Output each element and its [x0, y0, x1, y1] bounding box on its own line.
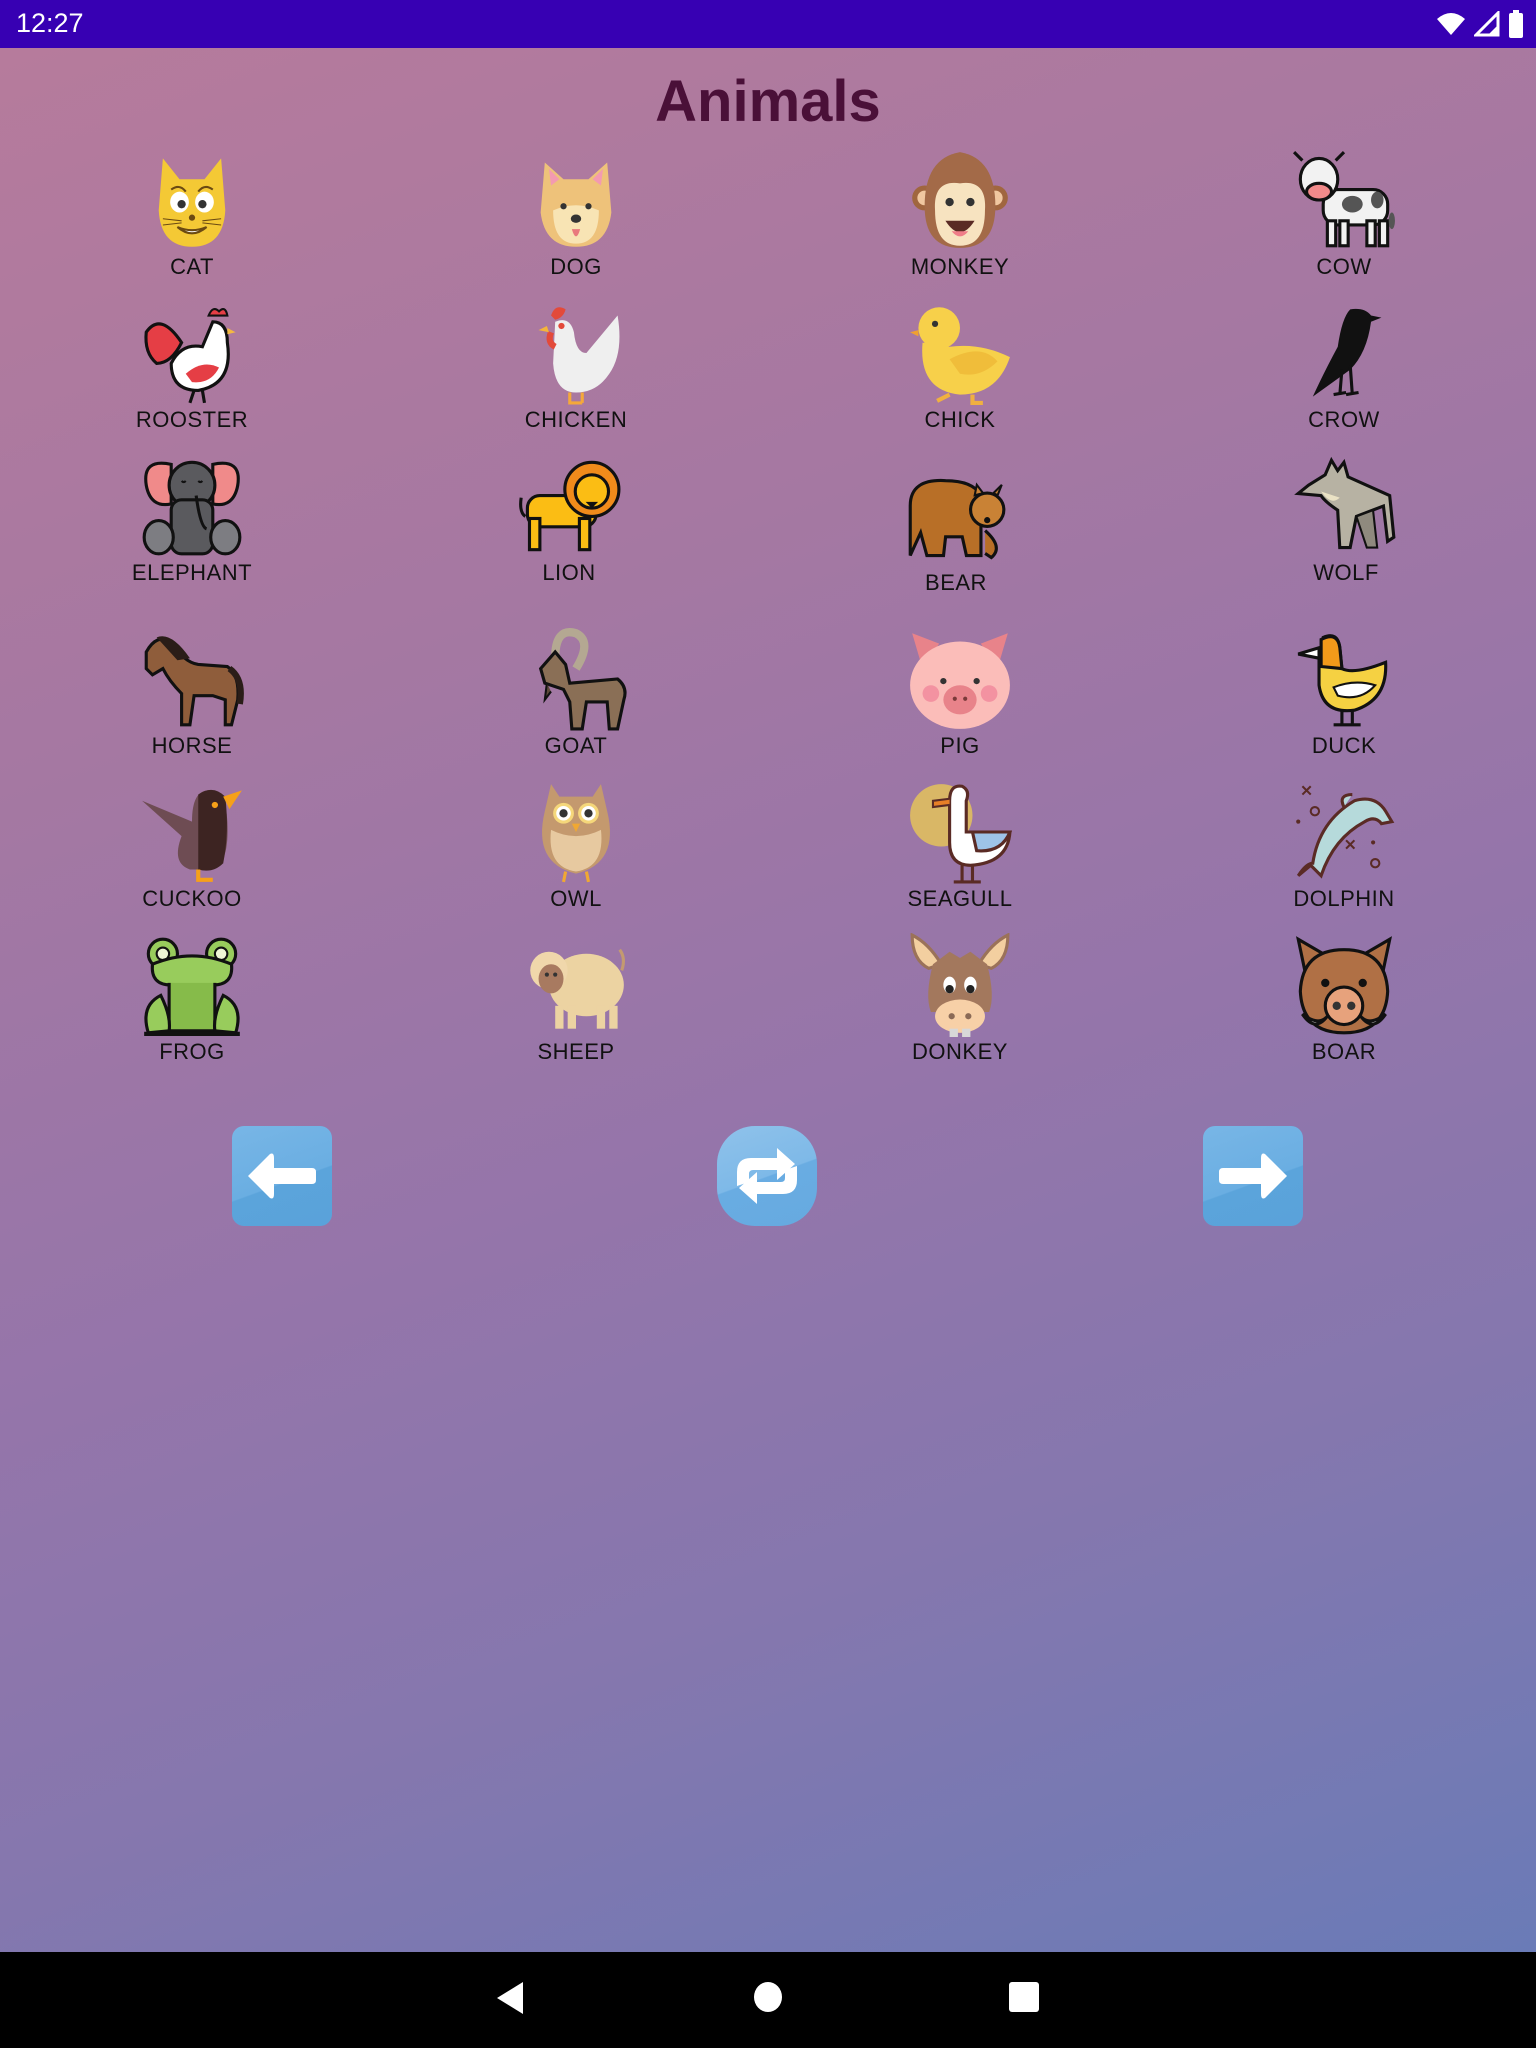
page-title: Animals: [655, 69, 881, 134]
animal-card-seagull[interactable]: SEAGULL: [840, 780, 1080, 912]
frog-icon: [144, 937, 240, 1036]
animal-label: ELEPHANT: [131, 560, 253, 585]
arrow-left-icon: [248, 1153, 316, 1199]
animal-label: GOAT: [544, 733, 608, 758]
animal-label: PIG: [940, 733, 980, 758]
chicken-icon: [538, 307, 620, 405]
chick-icon: [910, 307, 1010, 405]
animal-label: FROG: [159, 1039, 225, 1064]
bear-icon: [908, 479, 1006, 560]
back-icon[interactable]: [495, 1980, 525, 2016]
animal-card-cat[interactable]: CAT: [72, 148, 312, 280]
refresh-button[interactable]: [717, 1126, 817, 1226]
animal-label: CROW: [1308, 407, 1380, 432]
animal-label: SHEEP: [537, 1039, 615, 1064]
cuckoo-icon: [142, 789, 242, 882]
animal-card-chick[interactable]: CHICK: [840, 301, 1080, 433]
wolf-icon: [1294, 456, 1396, 550]
animal-label: DOLPHIN: [1293, 886, 1395, 911]
animal-card-dog[interactable]: DOG: [456, 148, 696, 280]
animal-card-goat[interactable]: GOAT: [456, 627, 696, 759]
animal-card-owl[interactable]: OWL: [456, 780, 696, 912]
animal-label: WOLF: [1313, 560, 1379, 585]
animal-label: CHICK: [924, 407, 996, 432]
animal-label: DONKEY: [912, 1039, 1008, 1064]
duck-icon: [1297, 634, 1388, 727]
animal-label: DUCK: [1311, 733, 1377, 758]
signal-icon: [1474, 11, 1500, 37]
rooster-icon: [144, 308, 236, 404]
next-button[interactable]: [1203, 1126, 1303, 1226]
status-icons: [1436, 10, 1524, 38]
animal-card-chicken[interactable]: CHICKEN: [456, 301, 696, 433]
horse-icon: [144, 636, 244, 727]
animal-card-wolf[interactable]: WOLF: [1226, 454, 1466, 586]
animal-label: ROOSTER: [135, 407, 249, 432]
lion-icon: [519, 460, 621, 552]
animal-card-donkey[interactable]: DONKEY: [840, 933, 1080, 1065]
animal-label: COW: [1316, 254, 1372, 279]
dog-icon: [540, 162, 612, 247]
animal-card-boar[interactable]: BOAR: [1224, 933, 1464, 1065]
animal-card-pig[interactable]: PIG: [840, 627, 1080, 759]
animal-card-frog[interactable]: FROG: [72, 933, 312, 1065]
animal-label: CAT: [170, 254, 214, 279]
animal-card-elephant[interactable]: ELEPHANT: [72, 454, 312, 586]
recents-icon[interactable]: [1009, 1981, 1039, 2013]
seagull-icon: [910, 784, 1012, 884]
animal-label: BOAR: [1311, 1039, 1377, 1064]
animal-label: OWL: [550, 886, 602, 911]
animal-card-horse[interactable]: HORSE: [72, 627, 312, 759]
pig-icon: [910, 633, 1010, 729]
crow-icon: [1312, 308, 1382, 397]
boar-icon: [1295, 936, 1393, 1035]
animal-card-rooster[interactable]: ROOSTER: [72, 301, 312, 433]
animal-card-crow[interactable]: CROW: [1224, 301, 1464, 433]
battery-icon: [1509, 10, 1523, 38]
animal-card-bear[interactable]: BEAR: [836, 464, 1076, 596]
home-icon[interactable]: [753, 1981, 783, 2013]
arrow-right-icon: [1219, 1153, 1287, 1199]
cat-icon: [158, 158, 226, 247]
animal-label: HORSE: [151, 733, 233, 758]
goat-icon: [538, 628, 627, 731]
owl-icon: [542, 784, 610, 883]
monkey-icon: [912, 152, 1008, 248]
cow-icon: [1292, 151, 1395, 248]
system-nav-bar: [0, 1952, 1536, 2048]
dolphin-icon: [1296, 785, 1395, 879]
animal-card-sheep[interactable]: SHEEP: [456, 933, 696, 1065]
status-time: 12:27: [16, 8, 84, 38]
animal-card-cow[interactable]: COW: [1224, 148, 1464, 280]
animal-label: CHICKEN: [524, 407, 628, 432]
donkey-icon: [910, 933, 1010, 1037]
previous-button[interactable]: [232, 1126, 332, 1226]
animal-label: MONKEY: [910, 254, 1010, 279]
animal-card-cuckoo[interactable]: CUCKOO: [72, 780, 312, 912]
refresh-icon: [737, 1148, 797, 1204]
app-content: Animals CAT DOG MONKEY COW ROOSTER CHICK…: [0, 48, 1536, 1952]
sheep-icon: [530, 948, 625, 1029]
animal-card-monkey[interactable]: MONKEY: [840, 148, 1080, 280]
wifi-icon: [1437, 13, 1465, 35]
animal-label: LION: [542, 560, 596, 585]
elephant-icon: [142, 460, 242, 556]
animal-card-dolphin[interactable]: DOLPHIN: [1224, 780, 1464, 912]
animal-label: DOG: [550, 254, 602, 279]
animal-card-lion[interactable]: LION: [449, 454, 689, 586]
animal-card-duck[interactable]: DUCK: [1224, 627, 1464, 759]
animal-label: BEAR: [925, 570, 987, 595]
animal-label: SEAGULL: [907, 886, 1013, 911]
status-bar: 12:27: [0, 0, 1536, 48]
animal-label: CUCKOO: [142, 886, 242, 911]
